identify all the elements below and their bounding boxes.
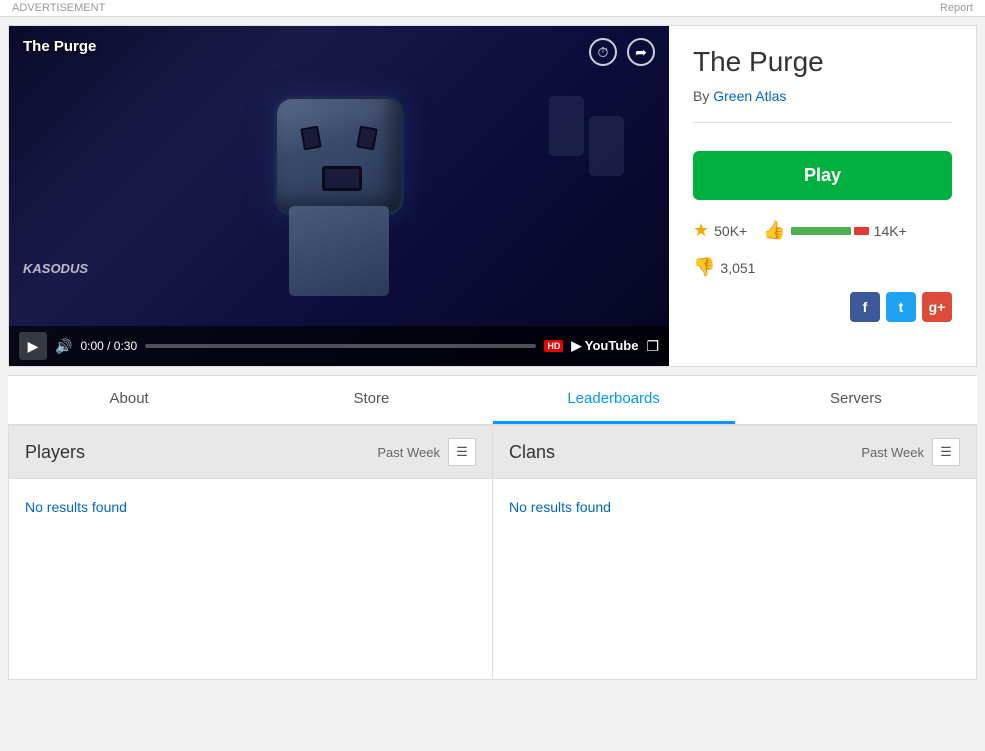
tab-store[interactable]: Store	[250, 376, 492, 424]
char-body	[289, 206, 389, 296]
players-period: Past Week	[377, 445, 440, 460]
game-info: The Purge By Green Atlas Play ★ 50K+ 👍 1…	[669, 26, 976, 366]
dislikes-stat: 👎 3,051	[693, 257, 755, 278]
clock-icon[interactable]: ⏱	[589, 38, 617, 66]
char-head	[274, 96, 404, 216]
players-header: Players Past Week ☰	[9, 426, 492, 479]
clans-panel: Clans Past Week ☰ No results found	[493, 425, 977, 680]
share-icon[interactable]: ➦	[627, 38, 655, 66]
thumbs-down-icon[interactable]: 👎	[693, 257, 715, 278]
volume-icon[interactable]: 🔊	[55, 338, 72, 355]
background-figures	[549, 86, 629, 266]
tab-leaderboards[interactable]: Leaderboards	[493, 376, 735, 424]
players-filter-icon[interactable]: ☰	[448, 438, 476, 466]
video-section: The Purge KASODUS ⏱ ➦ ▶ 🔊 0:00 / 0:30 HD…	[9, 26, 669, 366]
players-body: No results found	[9, 479, 492, 679]
googleplus-button[interactable]: g+	[922, 292, 952, 322]
character	[239, 76, 439, 336]
top-bar: ADVERTISEMENT Report	[0, 0, 985, 17]
likes-count: 14K+	[874, 223, 907, 239]
youtube-logo: ▶ YouTube	[571, 338, 638, 354]
time-display: 0:00 / 0:30	[80, 339, 137, 353]
game-author: By Green Atlas	[693, 88, 952, 104]
video-controls: ▶ 🔊 0:00 / 0:30 HD ▶ YouTube ❐	[9, 326, 669, 366]
char-eye-left	[300, 126, 322, 151]
video-title-overlay: The Purge	[23, 38, 96, 55]
players-panel: Players Past Week ☰ No results found	[8, 425, 493, 680]
game-title: The Purge	[693, 46, 952, 78]
video-watermark: KASODUS	[23, 261, 88, 276]
report-link[interactable]: Report	[940, 2, 973, 14]
fullscreen-icon[interactable]: ❐	[646, 338, 659, 355]
tabs-bar: About Store Leaderboards Servers	[8, 375, 977, 425]
favorites-stat: ★ 50K+	[693, 220, 747, 241]
author-label: By	[693, 88, 709, 104]
vote-red-bar	[854, 227, 869, 235]
author-link[interactable]: Green Atlas	[713, 88, 786, 104]
clans-header: Clans Past Week ☰	[493, 426, 976, 479]
players-no-results: No results found	[25, 499, 127, 515]
favorites-count: 50K+	[714, 223, 747, 239]
clans-controls: Past Week ☰	[861, 438, 960, 466]
leaderboards-content: Players Past Week ☰ No results found Cla…	[8, 425, 977, 680]
play-button[interactable]: Play	[693, 151, 952, 200]
clans-no-results: No results found	[509, 499, 611, 515]
clans-period: Past Week	[861, 445, 924, 460]
social-row: f t g+	[693, 292, 952, 322]
bg-figure-2	[589, 116, 624, 176]
divider-1	[693, 122, 952, 123]
players-title: Players	[25, 442, 85, 463]
twitter-button[interactable]: t	[886, 292, 916, 322]
facebook-button[interactable]: f	[850, 292, 880, 322]
star-icon: ★	[693, 220, 709, 241]
stats-row: ★ 50K+ 👍 14K+ 👎 3,051	[693, 220, 952, 278]
video-thumbnail: The Purge KASODUS ⏱ ➦	[9, 26, 669, 366]
thumbs-up-icon[interactable]: 👍	[763, 220, 785, 241]
play-pause-button[interactable]: ▶	[19, 332, 47, 360]
likes-stat: 👍 14K+	[763, 220, 907, 241]
dislikes-count: 3,051	[720, 260, 755, 276]
advertisement-label: ADVERTISEMENT	[12, 2, 105, 14]
players-controls: Past Week ☰	[377, 438, 476, 466]
char-mouth	[322, 166, 362, 191]
clans-body: No results found	[493, 479, 976, 679]
clans-title: Clans	[509, 442, 555, 463]
tab-servers[interactable]: Servers	[735, 376, 977, 424]
progress-bar[interactable]	[145, 344, 536, 348]
clans-filter-icon[interactable]: ☰	[932, 438, 960, 466]
bg-figure-1	[549, 96, 584, 156]
char-eye-right	[356, 126, 378, 151]
tab-about[interactable]: About	[8, 376, 250, 424]
hd-badge: HD	[544, 340, 563, 352]
game-panel: The Purge KASODUS ⏱ ➦ ▶ 🔊 0:00 / 0:30 HD…	[8, 25, 977, 367]
vote-bar	[791, 227, 869, 235]
video-top-controls: ⏱ ➦	[589, 38, 655, 66]
vote-green-bar	[791, 227, 851, 235]
